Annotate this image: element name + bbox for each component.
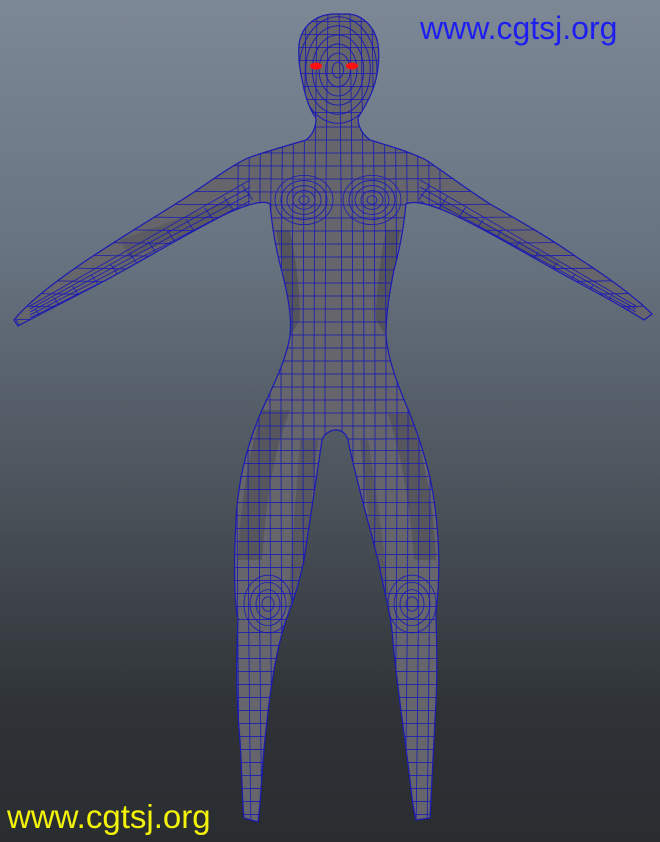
wire-edge bbox=[419, 200, 637, 316]
wire-edge bbox=[14, 539, 652, 542]
wire-edge bbox=[14, 708, 652, 711]
left-eye-highlight bbox=[310, 62, 322, 70]
right-eye-highlight bbox=[346, 62, 358, 70]
wire-edge bbox=[14, 617, 652, 620]
wire-edge bbox=[419, 186, 637, 310]
wire-edge bbox=[14, 513, 652, 516]
wire-edge bbox=[14, 578, 652, 581]
wire-edge bbox=[14, 604, 652, 607]
wire-edge bbox=[14, 487, 652, 490]
wire-edge bbox=[29, 207, 251, 319]
wire-edge bbox=[419, 179, 637, 307]
wire-edge bbox=[14, 773, 652, 776]
wire-edge bbox=[14, 747, 652, 750]
wire-edge bbox=[437, 14, 442, 822]
wire-edge bbox=[14, 630, 652, 633]
3d-viewport[interactable]: www.cgtsj.org www.cgtsj.org bbox=[0, 0, 660, 842]
wire-edge bbox=[14, 695, 652, 698]
wire-edge bbox=[419, 193, 637, 313]
wire-edge bbox=[29, 186, 251, 310]
wire-edge bbox=[14, 721, 652, 724]
wire-edge bbox=[637, 317, 649, 333]
wire-edge bbox=[14, 669, 652, 672]
wire-edge bbox=[14, 643, 652, 646]
wire-edge bbox=[29, 179, 251, 307]
watermark-bottom: www.cgtsj.org bbox=[7, 798, 211, 835]
wire-edge bbox=[14, 474, 652, 477]
wire-edge bbox=[14, 461, 652, 464]
character-wireframe-model[interactable] bbox=[0, 0, 660, 842]
wire-edge bbox=[14, 435, 652, 440]
wire-edge bbox=[14, 448, 652, 451]
wire-edge bbox=[14, 591, 652, 594]
wire-edge bbox=[14, 760, 652, 763]
watermark-top: www.cgtsj.org bbox=[420, 10, 618, 46]
wire-edge bbox=[14, 565, 652, 568]
mesh-surface[interactable] bbox=[14, 14, 652, 822]
wire-edge bbox=[14, 500, 652, 503]
wire-edge bbox=[14, 682, 652, 685]
wire-edge bbox=[29, 193, 251, 313]
wire-edge bbox=[14, 552, 652, 555]
wire-edge bbox=[14, 786, 652, 789]
wire-edge bbox=[14, 734, 652, 737]
wire-edge bbox=[419, 207, 637, 319]
wire-edge bbox=[14, 526, 652, 529]
wire-edge bbox=[14, 656, 652, 659]
